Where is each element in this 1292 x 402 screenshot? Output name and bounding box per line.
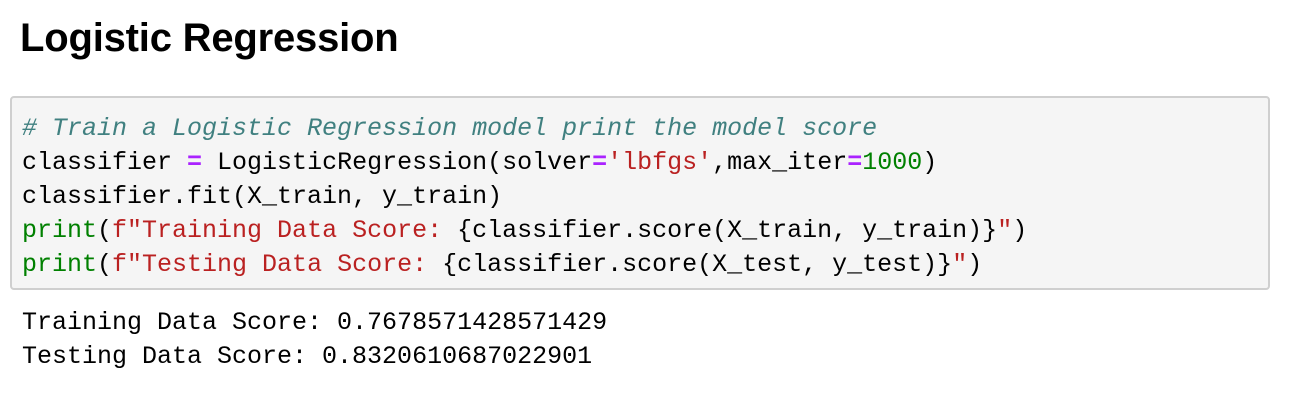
output-line: Testing Data Score: 0.8320610687022901 [22, 342, 593, 371]
code-number: 1000 [862, 148, 923, 177]
code-builtin: print [22, 216, 98, 245]
code-line: # Train a Logistic Regression model prin… [22, 112, 1027, 146]
cell-output: Training Data Score: 0.7678571428571429 T… [22, 306, 607, 374]
code-comment: # Train a Logistic Regression model prin… [22, 114, 878, 143]
code-line: print(f"Testing Data Score: {classifier.… [22, 248, 1027, 282]
code-token: ,max_iter [712, 148, 848, 177]
code-cell[interactable]: # Train a Logistic Regression model prin… [10, 96, 1270, 290]
output-line: Training Data Score: 0.7678571428571429 [22, 308, 608, 337]
code-token: ) [967, 250, 983, 279]
code-line: classifier = LogisticRegression(solver='… [22, 146, 1027, 180]
section-heading: Logistic Regression [20, 16, 399, 60]
code-token: classifier [22, 148, 188, 177]
code-operator: = [592, 148, 608, 177]
code-editor[interactable]: # Train a Logistic Regression model prin… [22, 112, 1027, 282]
code-line: print(f"Training Data Score: {classifier… [22, 214, 1027, 248]
code-operator: = [187, 148, 203, 177]
code-token: ) [1012, 216, 1028, 245]
code-string: " [952, 250, 968, 279]
code-string: 'lbfgs' [607, 148, 713, 177]
code-token: {classifier.score(X_test, y_test)} [442, 250, 953, 279]
code-operator: = [847, 148, 863, 177]
code-token: LogisticRegression(solver [202, 148, 593, 177]
code-string: " [997, 216, 1013, 245]
code-string: f"Training Data Score: [112, 216, 458, 245]
code-token: classifier.fit(X_train, y_train) [22, 182, 503, 211]
code-line: classifier.fit(X_train, y_train) [22, 180, 1027, 214]
code-token: ( [97, 216, 113, 245]
code-string: f"Testing Data Score: [112, 250, 443, 279]
code-token: ( [97, 250, 113, 279]
code-builtin: print [22, 250, 98, 279]
code-token: ) [922, 148, 938, 177]
code-token: {classifier.score(X_train, y_train)} [457, 216, 998, 245]
